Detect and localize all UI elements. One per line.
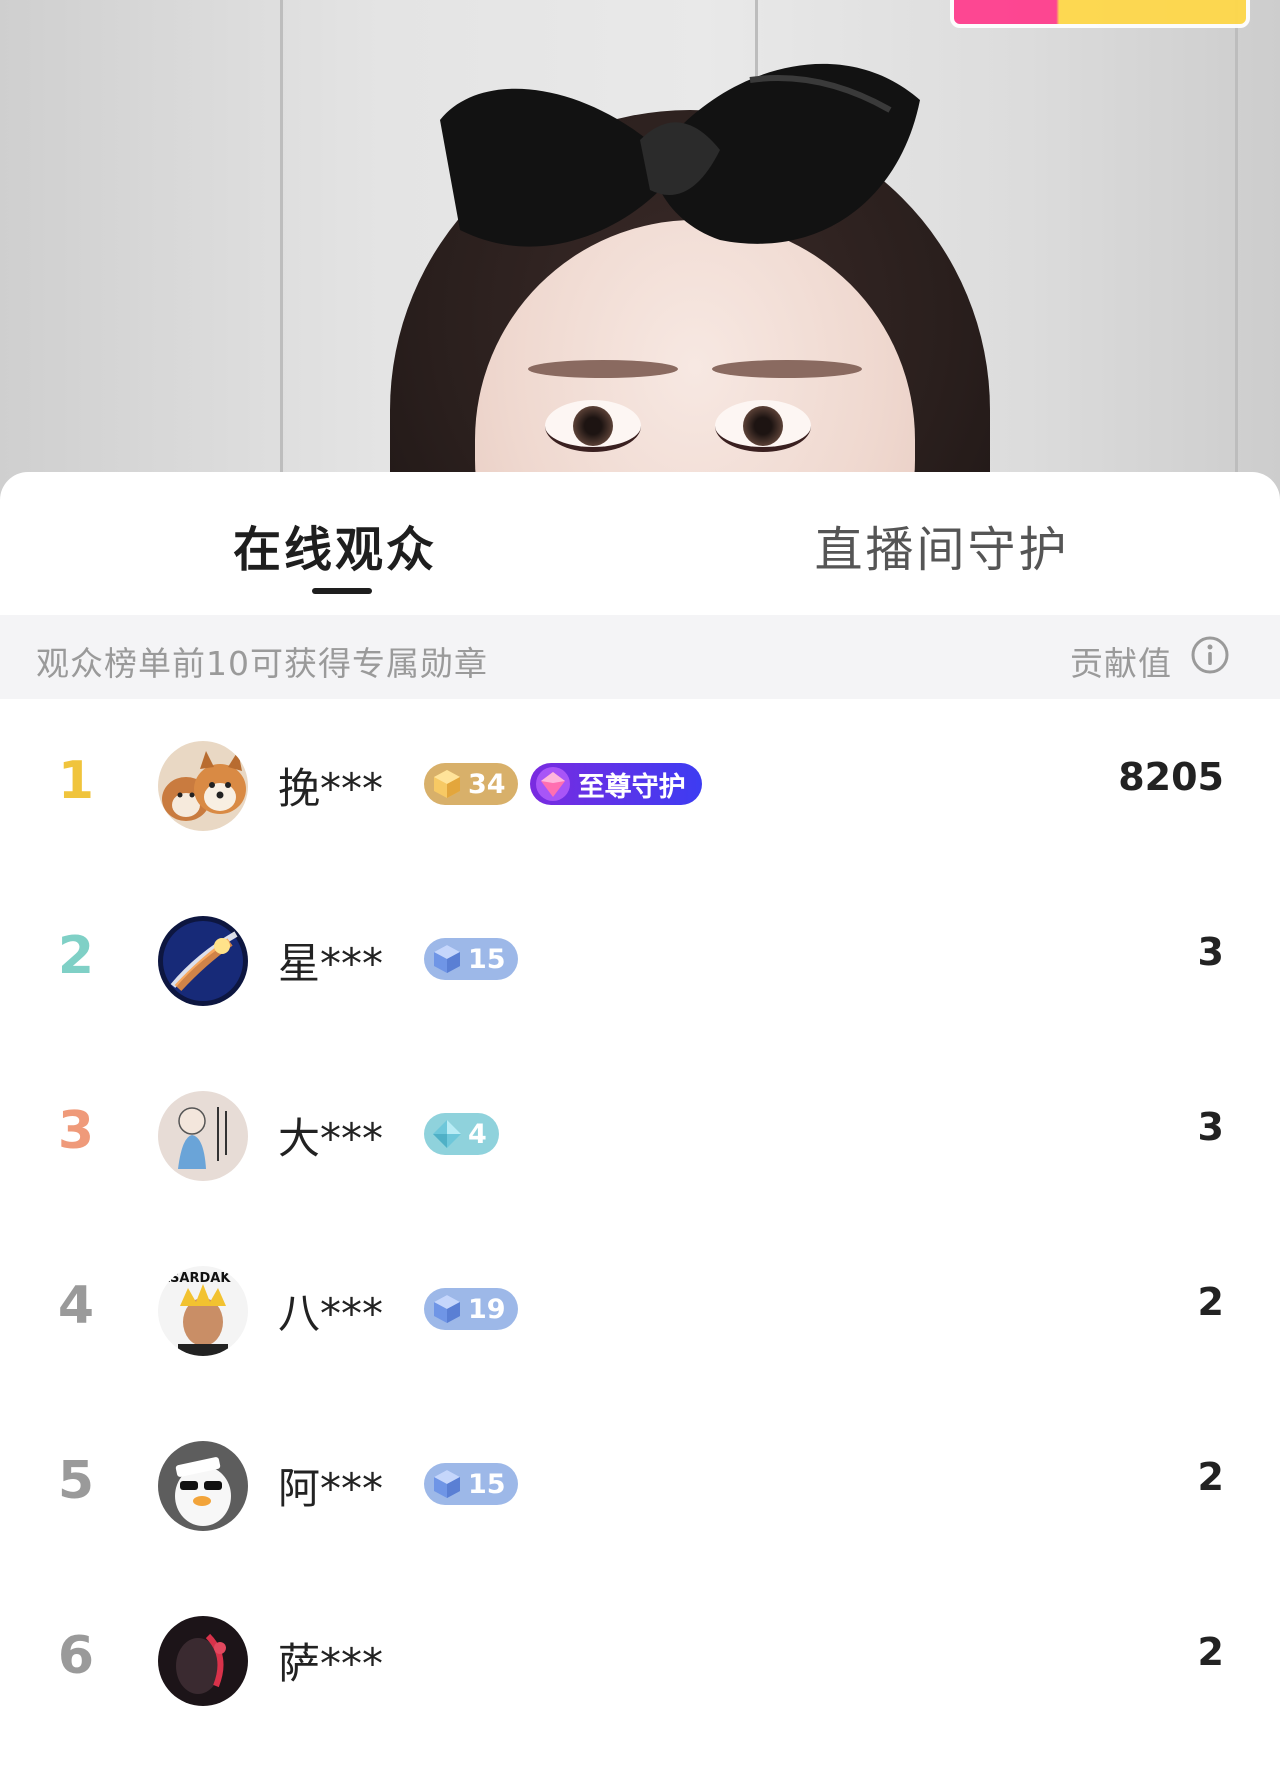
info-icon[interactable]: [1190, 635, 1230, 675]
contribution-score: 2: [1197, 1630, 1224, 1674]
shiba-dogs-avatar[interactable]: [158, 741, 248, 831]
comet-avatar[interactable]: [158, 916, 248, 1006]
live-video-feed: [0, 0, 1280, 520]
contribution-score: 3: [1197, 1105, 1224, 1149]
contribution-score: 3: [1197, 930, 1224, 974]
viewer-badges: 19: [424, 1288, 518, 1330]
hair-bow: [440, 63, 920, 247]
viewer-list: 1 挽*** 34 至尊守护 8205 2 星*** 15 3 3 大*** 4…: [0, 699, 1280, 1749]
tab-bar: 在线观众 直播间守护: [0, 472, 1280, 615]
level-badge: 15: [424, 938, 518, 980]
contribution-score: 2: [1197, 1280, 1224, 1324]
level-number: 15: [468, 1468, 506, 1500]
viewer-name[interactable]: 大***: [278, 1105, 383, 1166]
portrait-avatar[interactable]: ASARDAK: [158, 1266, 248, 1356]
blue-cube-icon: [434, 945, 460, 973]
level-number: 4: [468, 1118, 487, 1150]
level-badge: 34: [424, 763, 518, 805]
viewer-badges: 4: [424, 1113, 499, 1155]
viewer-badges: 15: [424, 938, 518, 980]
level-number: 34: [468, 768, 506, 800]
viewer-row[interactable]: 6 萨*** 2: [0, 1574, 1280, 1749]
level-number: 19: [468, 1293, 506, 1325]
contribution-score: 2: [1197, 1455, 1224, 1499]
viewer-name[interactable]: 八***: [278, 1280, 383, 1341]
viewer-name[interactable]: 阿***: [278, 1455, 383, 1516]
blue-cube-icon: [434, 1470, 460, 1498]
ranking-reward-notice: 观众榜单前10可获得专属勋章: [36, 644, 488, 683]
viewer-row[interactable]: 3 大*** 4 3: [0, 1049, 1280, 1224]
viewer-badges: 15: [424, 1463, 518, 1505]
viewer-name[interactable]: 挽***: [278, 755, 383, 816]
viewer-name[interactable]: 星***: [278, 930, 383, 991]
streamer-eye-left: [545, 400, 641, 452]
guardian-label: 至尊守护: [577, 771, 686, 803]
tab-room-guardians[interactable]: 直播间守护: [782, 510, 1102, 580]
cartoon-duck-avatar[interactable]: [158, 1441, 248, 1531]
ranking-notice-bar: 观众榜单前10可获得专属勋章 贡献值: [0, 615, 1280, 699]
level-badge: 4: [424, 1113, 499, 1155]
rank-number: 6: [57, 1626, 95, 1686]
tab-online-viewers[interactable]: 在线观众: [175, 510, 495, 580]
viewer-badges: 34 至尊守护: [424, 763, 702, 805]
rank-number: 1: [57, 751, 95, 811]
monk-drawing-avatar[interactable]: [158, 1091, 248, 1181]
contribution-score: 8205: [1118, 755, 1224, 799]
rank-number: 3: [57, 1101, 95, 1161]
streamer-eye-right: [715, 400, 811, 452]
dark-portrait-avatar[interactable]: [158, 1616, 248, 1706]
supreme-guardian-badge: 至尊守护: [529, 763, 702, 805]
gold-cube-icon: [434, 770, 460, 798]
active-tab-indicator: [312, 588, 372, 594]
blue-cube-icon: [434, 1295, 460, 1323]
viewer-row[interactable]: 1 挽*** 34 至尊守护 8205: [0, 699, 1280, 874]
rank-number: 4: [57, 1276, 95, 1336]
avatar-text: ASARDAK: [160, 1271, 231, 1286]
viewer-ranking-sheet: 在线观众 直播间守护 观众榜单前10可获得专属勋章 贡献值 1 挽*** 34 …: [0, 472, 1280, 1767]
viewer-name[interactable]: 萨***: [278, 1630, 383, 1691]
stream-title-sticker: [950, 0, 1250, 28]
level-number: 15: [468, 943, 506, 975]
level-badge: 15: [424, 1463, 518, 1505]
rank-number: 2: [57, 926, 95, 986]
diamond-icon: [433, 1120, 461, 1148]
viewer-row[interactable]: 4 ASARDAK 八*** 19 2: [0, 1224, 1280, 1399]
guardian-gem-icon: [535, 767, 570, 801]
viewer-row[interactable]: 5 阿*** 15 2: [0, 1399, 1280, 1574]
rank-number: 5: [57, 1451, 95, 1511]
contribution-label: 贡献值: [1070, 644, 1172, 683]
viewer-row[interactable]: 2 星*** 15 3: [0, 874, 1280, 1049]
level-badge: 19: [424, 1288, 518, 1330]
